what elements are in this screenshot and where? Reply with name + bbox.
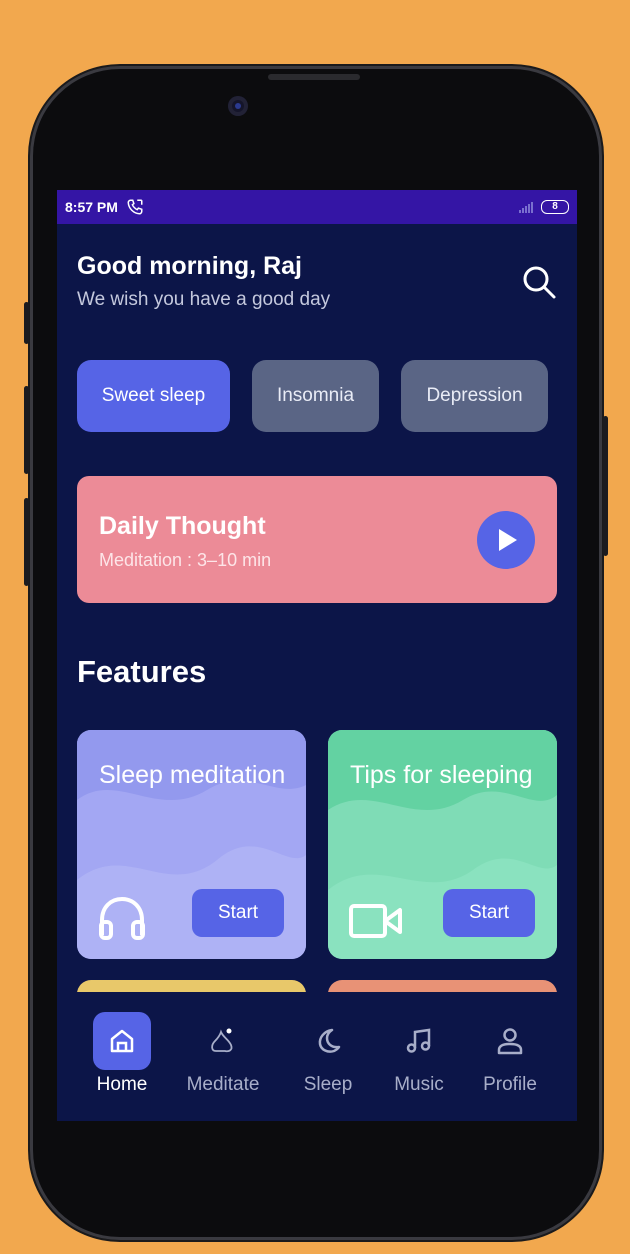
home-icon — [110, 1029, 134, 1053]
nav-music[interactable]: Music — [374, 1012, 464, 1096]
feature-card-title: Tips for sleeping — [350, 761, 533, 789]
feature-card-tips-for-sleeping[interactable]: Tips for sleeping Start — [328, 730, 557, 959]
greeting-subtitle: We wish you have a good day — [77, 289, 331, 310]
nav-profile[interactable]: Profile — [465, 1012, 555, 1096]
nav-label: Home — [96, 1074, 148, 1095]
nav-sleep[interactable]: Sleep — [283, 1012, 373, 1096]
nav-home[interactable]: Home — [77, 1012, 167, 1096]
daily-thought-card[interactable]: Daily Thought Meditation : 3–10 min — [77, 476, 557, 603]
call-icon — [127, 199, 143, 215]
person-icon — [497, 1028, 523, 1055]
video-camera-icon — [349, 904, 402, 938]
nav-label: Sleep — [303, 1074, 353, 1095]
chip-insomnia[interactable]: Insomnia — [252, 360, 379, 432]
volume-down-button — [24, 498, 29, 586]
search-icon[interactable] — [521, 264, 557, 300]
chip-sweet-sleep[interactable]: Sweet sleep — [77, 360, 230, 432]
app-screen: 8:57 PM 8 Good morning, Raj We wish you … — [57, 190, 577, 1121]
start-button[interactable]: Start — [443, 889, 535, 937]
music-note-icon — [406, 1028, 431, 1053]
front-camera — [228, 96, 248, 116]
header: Good morning, Raj We wish you have a goo… — [77, 252, 557, 311]
power-button — [603, 416, 608, 556]
feature-card-sleep-meditation[interactable]: Sleep meditation Start — [77, 730, 306, 959]
features-heading: Features — [77, 654, 207, 689]
daily-thought-title: Daily Thought — [99, 512, 266, 540]
battery-icon: 8 — [541, 200, 569, 214]
feature-card-title: Sleep meditation — [99, 761, 286, 789]
category-chips: Sweet sleep Insomnia Depression — [77, 360, 548, 432]
nav-label: Music — [394, 1074, 444, 1095]
phone-frame: 8:57 PM 8 Good morning, Raj We wish you … — [24, 66, 608, 1240]
greeting-title: Good morning, Raj — [77, 252, 302, 280]
nav-meditate[interactable]: Meditate — [178, 1012, 268, 1096]
status-bar: 8:57 PM 8 — [57, 190, 577, 224]
daily-thought-meta: Meditation : 3–10 min — [99, 550, 272, 570]
signal-icon — [519, 201, 533, 213]
nav-label: Profile — [483, 1074, 537, 1095]
nav-label: Meditate — [186, 1074, 260, 1095]
play-button[interactable] — [477, 511, 535, 569]
start-button[interactable]: Start — [192, 889, 284, 937]
chip-depression[interactable]: Depression — [401, 360, 548, 432]
headphones-icon — [99, 896, 145, 940]
moon-icon — [318, 1028, 341, 1053]
status-time: 8:57 PM — [65, 199, 118, 215]
earpiece-speaker — [268, 74, 360, 80]
meditate-icon — [211, 1028, 233, 1053]
side-button — [24, 302, 29, 344]
volume-up-button — [24, 386, 29, 474]
bottom-navigation: Home Meditate Sleep Music Profile — [57, 992, 577, 1121]
